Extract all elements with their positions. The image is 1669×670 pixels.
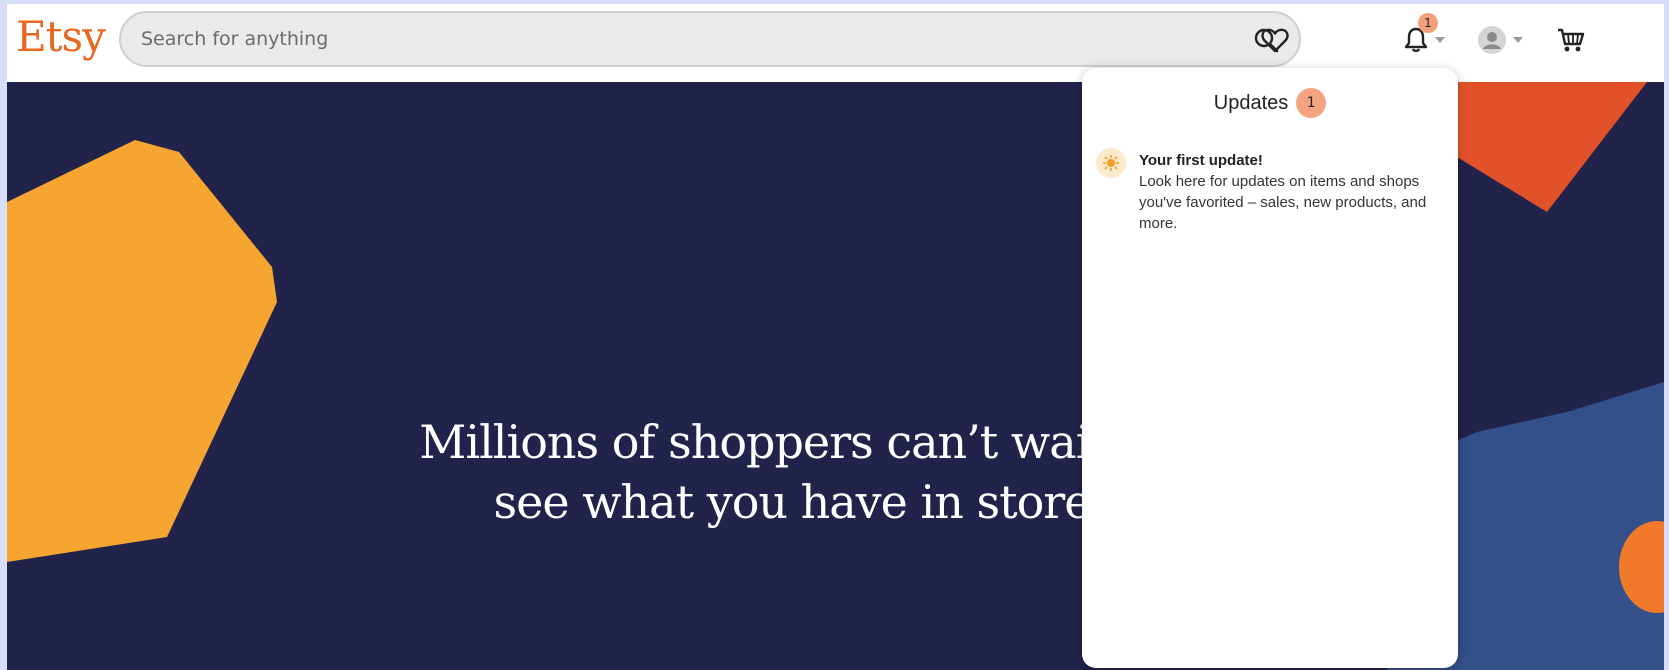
update-text: Your first update! Look here for updates… — [1139, 150, 1439, 234]
etsy-logo[interactable]: Etsy — [16, 12, 106, 61]
yellow-shape — [7, 140, 277, 562]
orange-shape — [1447, 82, 1647, 212]
updates-dropdown: Updates 1 Your first update! Look here f… — [1082, 68, 1458, 668]
heart-icon — [1261, 28, 1289, 53]
hero-title-line-1: Millions of shoppers can’t wait to — [419, 415, 1165, 469]
updates-header: Updates 1 — [1082, 88, 1458, 118]
cart-icon — [1558, 28, 1585, 52]
avatar-icon — [1478, 26, 1506, 54]
account-button[interactable] — [1472, 22, 1528, 58]
update-body: Look here for updates on items and shops… — [1139, 173, 1427, 232]
chevron-down-icon — [1513, 37, 1523, 43]
updates-title: Updates — [1213, 91, 1289, 114]
search-input[interactable] — [141, 13, 1201, 65]
cart-button[interactable] — [1553, 22, 1589, 58]
hero-title: Millions of shoppers can’t wait to see w… — [407, 412, 1177, 532]
sparkle-icon — [1096, 148, 1126, 178]
browser-viewport: Etsy 1 — [7, 4, 1664, 670]
favorites-button[interactable] — [1255, 22, 1295, 58]
chevron-down-icon — [1435, 37, 1445, 43]
updates-count-badge: 1 — [1296, 88, 1327, 118]
notification-badge: 1 — [1418, 13, 1438, 33]
hero-title-line-2: see what you have in store — [493, 475, 1092, 529]
update-heading: Your first update! — [1139, 152, 1263, 169]
search-bar — [119, 11, 1301, 67]
